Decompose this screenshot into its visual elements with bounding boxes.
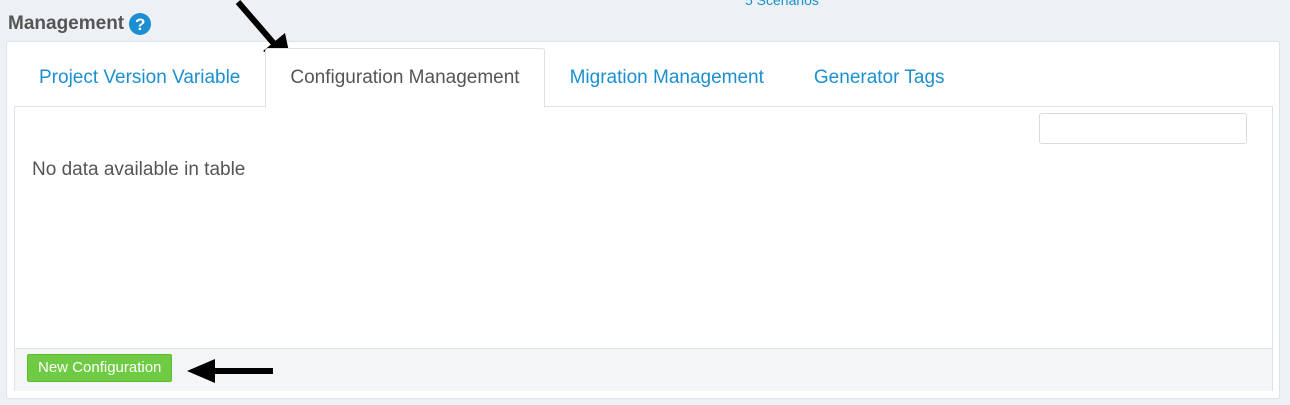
tab-project-version-variable[interactable]: Project Version Variable — [14, 48, 265, 107]
table-search-input[interactable] — [1039, 113, 1247, 144]
tab-migration-management[interactable]: Migration Management — [545, 48, 789, 107]
management-panel: Project Version Variable Configuration M… — [6, 41, 1280, 399]
tab-content: No data available in table New Configura… — [14, 106, 1273, 391]
scenarios-link[interactable]: 5 Scenarios — [745, 0, 819, 8]
tab-generator-tags[interactable]: Generator Tags — [789, 48, 970, 107]
tab-bar: Project Version Variable Configuration M… — [14, 48, 970, 108]
section-title-text: Management — [8, 13, 125, 34]
new-configuration-button[interactable]: New Configuration — [27, 354, 173, 382]
annotation-arrow-button — [187, 359, 273, 383]
tab-configuration-management[interactable]: Configuration Management — [265, 48, 545, 108]
empty-table-message: No data available in table — [32, 159, 246, 180]
help-icon[interactable]: ? — [129, 13, 152, 35]
section-title: Management ? — [8, 13, 152, 35]
